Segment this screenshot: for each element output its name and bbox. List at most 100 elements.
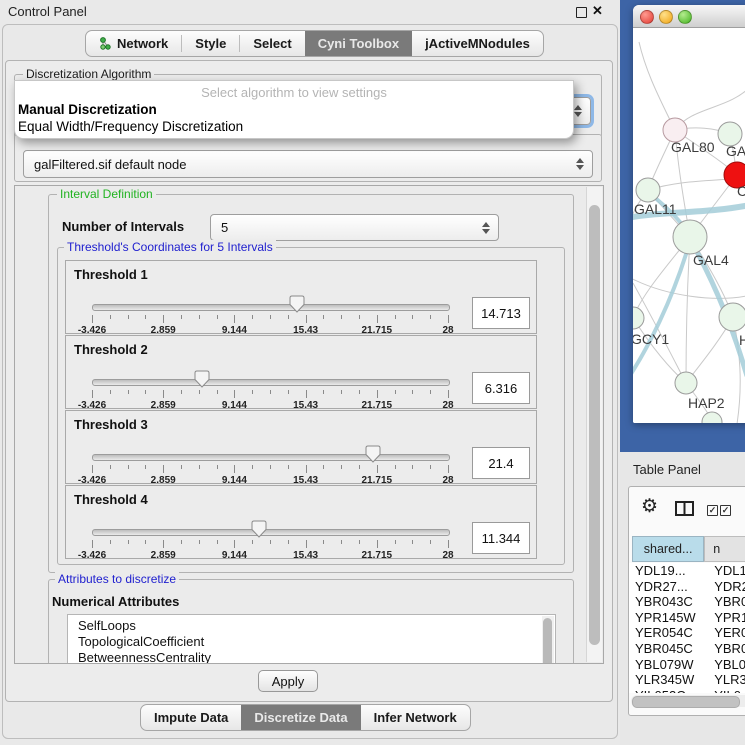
column-header-shared-name[interactable]: shared...	[632, 536, 704, 562]
scrollbar-thumb[interactable]	[589, 205, 600, 645]
table-row[interactable]: YER054CYER0	[629, 625, 745, 641]
table-row[interactable]: YIL052CYIL0	[629, 688, 745, 693]
checkbox-icon[interactable]: ✓	[707, 505, 718, 516]
table-cell[interactable]: YDL1	[704, 563, 745, 579]
table-cell[interactable]: YDR27...	[629, 579, 704, 595]
combo-stepper-icon[interactable]	[482, 222, 490, 234]
table-cell[interactable]: YLR345W	[629, 672, 704, 688]
table-cell[interactable]: YBR043C	[629, 594, 704, 610]
table-cell[interactable]: YPR145W	[629, 610, 704, 626]
checkbox-icon[interactable]: ✓	[720, 505, 731, 516]
settings-vertical-scrollbar[interactable]	[586, 187, 602, 662]
network-node[interactable]	[633, 307, 644, 329]
num-intervals-combobox[interactable]: 5	[210, 214, 499, 241]
attribute-list-item[interactable]: TopologicalCoefficient	[68, 634, 555, 650]
attributes-groupbox: Attributes to discretize Numerical Attri…	[48, 579, 574, 664]
table-cell[interactable]: YLR3	[704, 672, 745, 688]
network-canvas[interactable]: GAL80GACGAL11GAL4GCY1HHAP2	[633, 28, 745, 423]
column-header-name[interactable]: n	[704, 536, 745, 562]
table-cell[interactable]: YBR0	[704, 594, 745, 610]
float-window-icon[interactable]	[576, 7, 587, 18]
table-row[interactable]: YDL19...YDL1	[629, 563, 745, 579]
table-row[interactable]: YLR345WYLR3	[629, 672, 745, 688]
attributes-list[interactable]: SelfLoopsTopologicalCoefficientBetweenne…	[67, 614, 556, 664]
table-cell[interactable]: YDL19...	[629, 563, 704, 579]
minimize-traffic-light-icon[interactable]	[659, 10, 673, 24]
slider-tick	[163, 540, 164, 548]
threshold-value-field[interactable]	[472, 297, 530, 329]
slider-track[interactable]	[92, 454, 450, 461]
table-cell[interactable]: YIL052C	[629, 688, 704, 693]
tab-jactivemnodules[interactable]: jActiveMNodules	[412, 31, 543, 56]
slider-thumb[interactable]	[194, 370, 210, 388]
tab-network[interactable]: Network	[86, 31, 181, 56]
slider-track[interactable]	[92, 379, 450, 386]
table-cell[interactable]: YBL079W	[629, 657, 704, 673]
network-edge[interactable]	[633, 318, 686, 383]
table-data-combobox[interactable]: galFiltered.sif default node	[23, 150, 593, 178]
table-cell[interactable]: YER054C	[629, 625, 704, 641]
network-edge[interactable]	[639, 42, 675, 130]
network-node[interactable]	[719, 303, 745, 331]
slider-thumb[interactable]	[251, 520, 267, 538]
attribute-list-item[interactable]: SelfLoops	[68, 618, 555, 634]
combo-stepper-icon[interactable]	[574, 105, 582, 117]
close-icon[interactable]: ✕	[592, 3, 603, 19]
combo-stepper-icon[interactable]	[576, 158, 584, 170]
table-row[interactable]: YDR27...YDR2	[629, 579, 745, 595]
settings-scroll-panel: Interval Definition Number of Intervals …	[14, 185, 604, 664]
table-cell[interactable]: YDR2	[704, 579, 745, 595]
network-node[interactable]	[636, 178, 660, 202]
slider-track[interactable]	[92, 529, 450, 536]
network-node[interactable]	[673, 220, 707, 254]
slider-tick	[359, 390, 360, 394]
tab-label: jActiveMNodules	[425, 36, 530, 51]
network-edge[interactable]	[633, 276, 745, 298]
table-cell[interactable]: YER0	[704, 625, 745, 641]
table-horizontal-scrollbar[interactable]	[631, 695, 745, 707]
threshold-value-field[interactable]	[472, 447, 530, 479]
table-row[interactable]: YBL079WYBL0	[629, 657, 745, 673]
gear-icon[interactable]: ⚙	[641, 497, 658, 516]
tab-cyni-toolbox[interactable]: Cyni Toolbox	[305, 31, 412, 56]
tab-impute-data[interactable]: Impute Data	[141, 705, 241, 730]
tab-discretize-data[interactable]: Discretize Data	[241, 705, 360, 730]
scrollbar-thumb[interactable]	[632, 696, 740, 708]
attributes-list-scrollbar[interactable]	[542, 616, 554, 664]
table-cell[interactable]: YPR1	[704, 610, 745, 626]
apply-button[interactable]: Apply	[258, 670, 318, 692]
threshold-slider[interactable]: -3.4262.8599.14415.4321.71528	[92, 441, 448, 481]
slider-tick	[377, 540, 378, 548]
node-table: ⚙ ✓ ✓ shared... n YDL19...YDL1YDR27...YD…	[628, 486, 745, 716]
threshold-value-field[interactable]	[472, 372, 530, 404]
tab-style[interactable]: Style	[182, 31, 239, 56]
slider-tick	[217, 315, 218, 319]
slider-thumb[interactable]	[289, 295, 305, 313]
network-node[interactable]	[675, 372, 697, 394]
threshold-slider[interactable]: -3.4262.8599.14415.4321.71528	[92, 516, 448, 556]
algorithm-option[interactable]: Equal Width/Frequency Discretization	[15, 118, 573, 135]
threshold-slider[interactable]: -3.4262.8599.14415.4321.71528	[92, 291, 448, 331]
table-cell[interactable]: YBR045C	[629, 641, 704, 657]
close-traffic-light-icon[interactable]	[640, 10, 654, 24]
attribute-list-item[interactable]: BetweennessCentrality	[68, 650, 555, 664]
network-node[interactable]	[702, 412, 722, 423]
slider-track[interactable]	[92, 304, 450, 311]
slider-thumb[interactable]	[365, 445, 381, 463]
table-cell[interactable]: YBR0	[704, 641, 745, 657]
table-cell[interactable]: YBL0	[704, 657, 745, 673]
algorithm-option[interactable]: Manual Discretization	[15, 101, 573, 118]
slider-tick	[92, 465, 93, 473]
tab-infer-network[interactable]: Infer Network	[361, 705, 470, 730]
table-cell[interactable]: YIL0	[704, 688, 745, 693]
network-edge[interactable]	[686, 237, 690, 383]
tab-select[interactable]: Select	[240, 31, 304, 56]
threshold-slider[interactable]: -3.4262.8599.14415.4321.71528	[92, 366, 448, 406]
threshold-value-field[interactable]	[472, 522, 530, 554]
slider-tick	[341, 315, 342, 319]
table-row[interactable]: YBR045CYBR0	[629, 641, 745, 657]
zoom-traffic-light-icon[interactable]	[678, 10, 692, 24]
table-row[interactable]: YPR145WYPR1	[629, 610, 745, 626]
split-columns-icon[interactable]	[675, 501, 694, 521]
table-row[interactable]: YBR043CYBR0	[629, 594, 745, 610]
